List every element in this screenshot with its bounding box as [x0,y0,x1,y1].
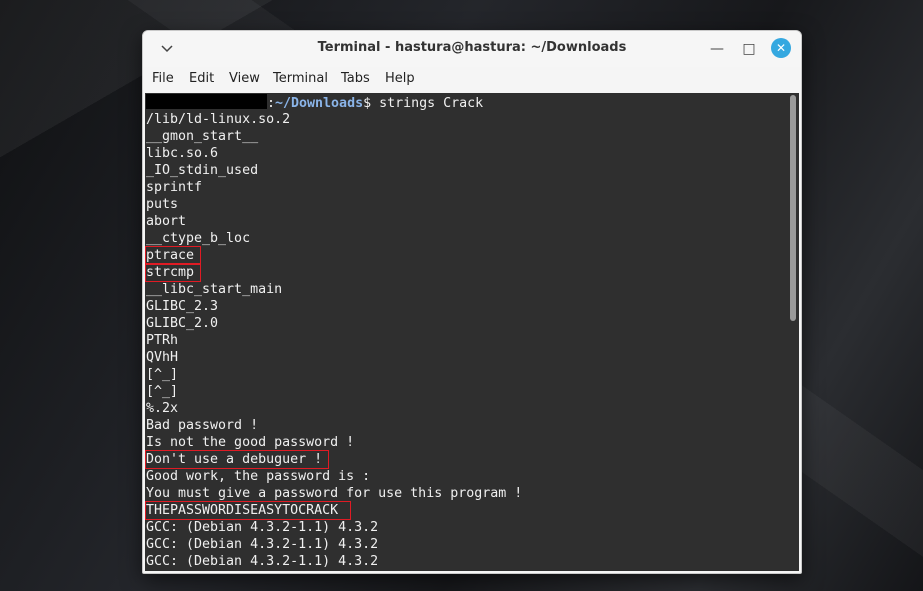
output-line: __ctype_b_loc [146,231,251,246]
prompt-path: ~/Downloads [275,96,364,111]
output-line: libc.so.6 [146,146,219,161]
output-line: GCC: (Debian 4.3.2-1.1) 4.3.2 [146,537,379,552]
command-text: strings Crack [379,96,484,111]
output-line: %.2x [146,401,179,416]
output-line: You must give a password for use this pr… [146,486,523,501]
menu-file[interactable]: File [152,71,174,86]
menu-view[interactable]: View [229,71,260,86]
output-line: PTRh [146,333,179,348]
maximize-button[interactable]: □ [739,39,759,59]
highlighted-strcmp-line: strcmp [144,263,202,282]
highlighted-ptrace-line: ptrace [144,246,202,265]
menu-tabs[interactable]: Tabs [341,71,370,86]
close-button[interactable]: ✕ [771,38,791,58]
output-line: GLIBC_2.0 [146,316,219,331]
output-line: abort [146,214,187,229]
output-line: Is not the good password ! [146,435,355,450]
command-prompt-line: :~/Downloads$ strings Crack [146,94,483,111]
scrollbar-thumb[interactable] [790,95,796,321]
output-line: QVhH [146,350,179,365]
menu-terminal[interactable]: Terminal [273,71,328,86]
minimize-button[interactable]: — [707,39,727,59]
output-line: /lib/ld-linux.so.2 [146,112,291,127]
redacted-username [146,94,267,109]
output-line: Bad password ! [146,418,259,433]
output-line: Good work, the password is : [146,469,371,484]
menu-bar: File Edit View Terminal Tabs Help [143,69,801,91]
output-line: [^_] [146,367,179,382]
terminal-window: Terminal - hastura@hastura: ~/Downloads … [142,30,802,574]
output-line: __libc_start_main [146,282,283,297]
window-title: Terminal - hastura@hastura: ~/Downloads [317,40,627,55]
output-line: GCC: (Debian 4.3.2-1.1) 4.3.2 [146,554,379,569]
highlighted-debugger-line: Don't use a debuguer ! [144,450,330,469]
terminal-output[interactable]: :~/Downloads$ strings Crack /lib/ld-linu… [144,93,799,571]
output-line: GLIBC_2.3 [146,299,219,314]
prompt-separator: : [267,96,276,111]
output-line: [^_] [146,384,179,399]
menu-edit[interactable]: Edit [189,71,214,86]
output-line: GCC: (Debian 4.3.2-1.1) 4.3.2 [146,520,379,535]
output-line: sprintf [146,180,203,195]
output-line: _IO_stdin_used [146,163,259,178]
vertical-scrollbar[interactable] [790,95,797,567]
menu-help[interactable]: Help [385,71,415,86]
highlighted-password-line: THEPASSWORDISEASYTOCRACK [144,501,352,520]
output-line: puts [146,197,179,212]
output-line: __gmon_start__ [146,129,259,144]
prompt-symbol: $ [363,96,380,111]
title-bar[interactable]: Terminal - hastura@hastura: ~/Downloads … [143,31,801,67]
